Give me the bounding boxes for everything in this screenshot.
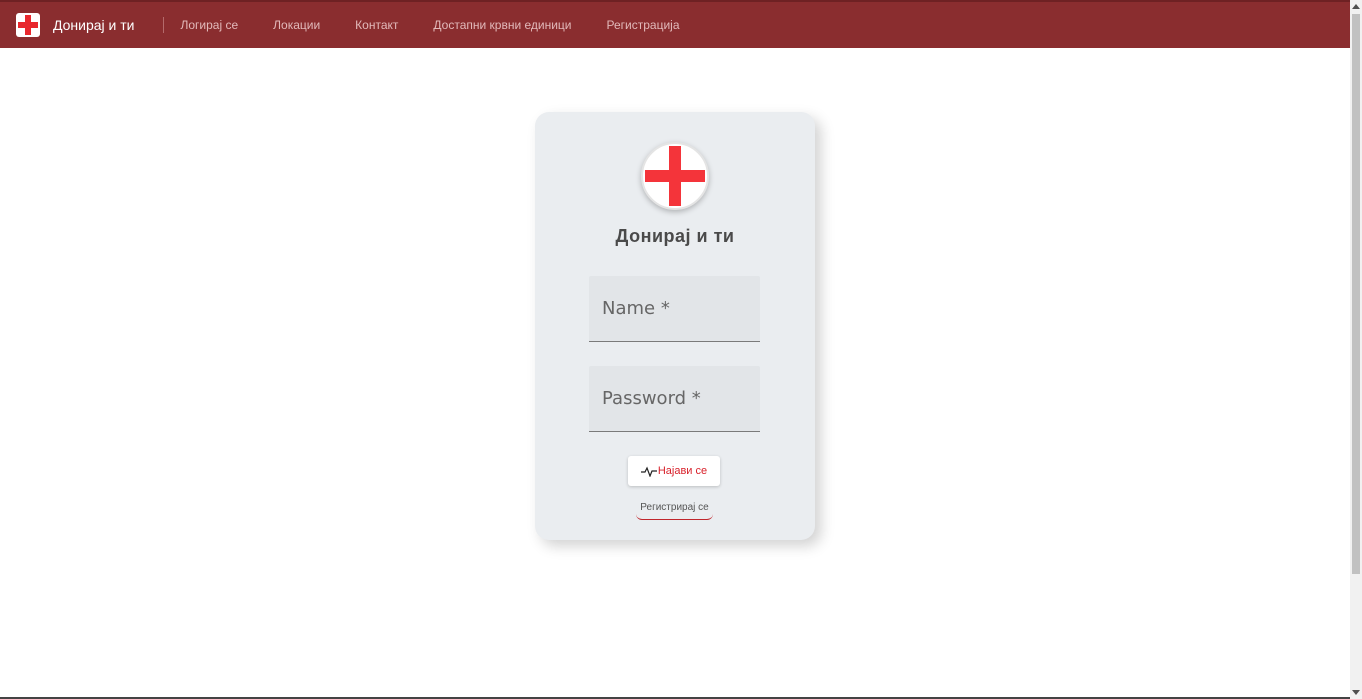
nav-link-registration[interactable]: Регистрација	[607, 18, 680, 32]
scroll-up-arrow-icon[interactable]	[1352, 4, 1360, 9]
nav-link-blood-units[interactable]: Достапни крвни единици	[433, 18, 571, 32]
card-title: Донирај и ти	[615, 226, 735, 246]
brand[interactable]: Донирај и ти	[0, 13, 163, 37]
top-navbar: Донирај и ти Логирај се Локации Контакт …	[0, 0, 1350, 48]
nav-link-contact[interactable]: Контакт	[355, 18, 398, 32]
password-field-container	[589, 366, 760, 432]
brand-title: Донирај и ти	[53, 17, 135, 33]
nav-link-login[interactable]: Логирај се	[181, 18, 239, 32]
red-cross-logo-icon	[16, 13, 40, 37]
name-input[interactable]	[589, 276, 760, 341]
page-scrollbar[interactable]	[1350, 0, 1362, 699]
nav-links: Логирај се Локации Контакт Достапни крвн…	[181, 18, 715, 32]
scroll-thumb[interactable]	[1352, 14, 1360, 574]
login-button-label: Најави се	[657, 465, 708, 477]
login-card: Донирај и ти Најави се Регистрирај се	[535, 112, 815, 540]
red-cross-icon	[641, 142, 709, 210]
pulse-icon	[640, 466, 657, 477]
nav-link-locations[interactable]: Локации	[273, 18, 320, 32]
register-link[interactable]: Регистрирај се	[636, 502, 713, 520]
nav-divider	[162, 17, 164, 33]
login-button[interactable]: Најави се	[628, 456, 720, 486]
name-field-container	[589, 276, 760, 342]
password-input[interactable]	[589, 366, 760, 431]
scroll-down-arrow-icon[interactable]	[1352, 690, 1360, 695]
